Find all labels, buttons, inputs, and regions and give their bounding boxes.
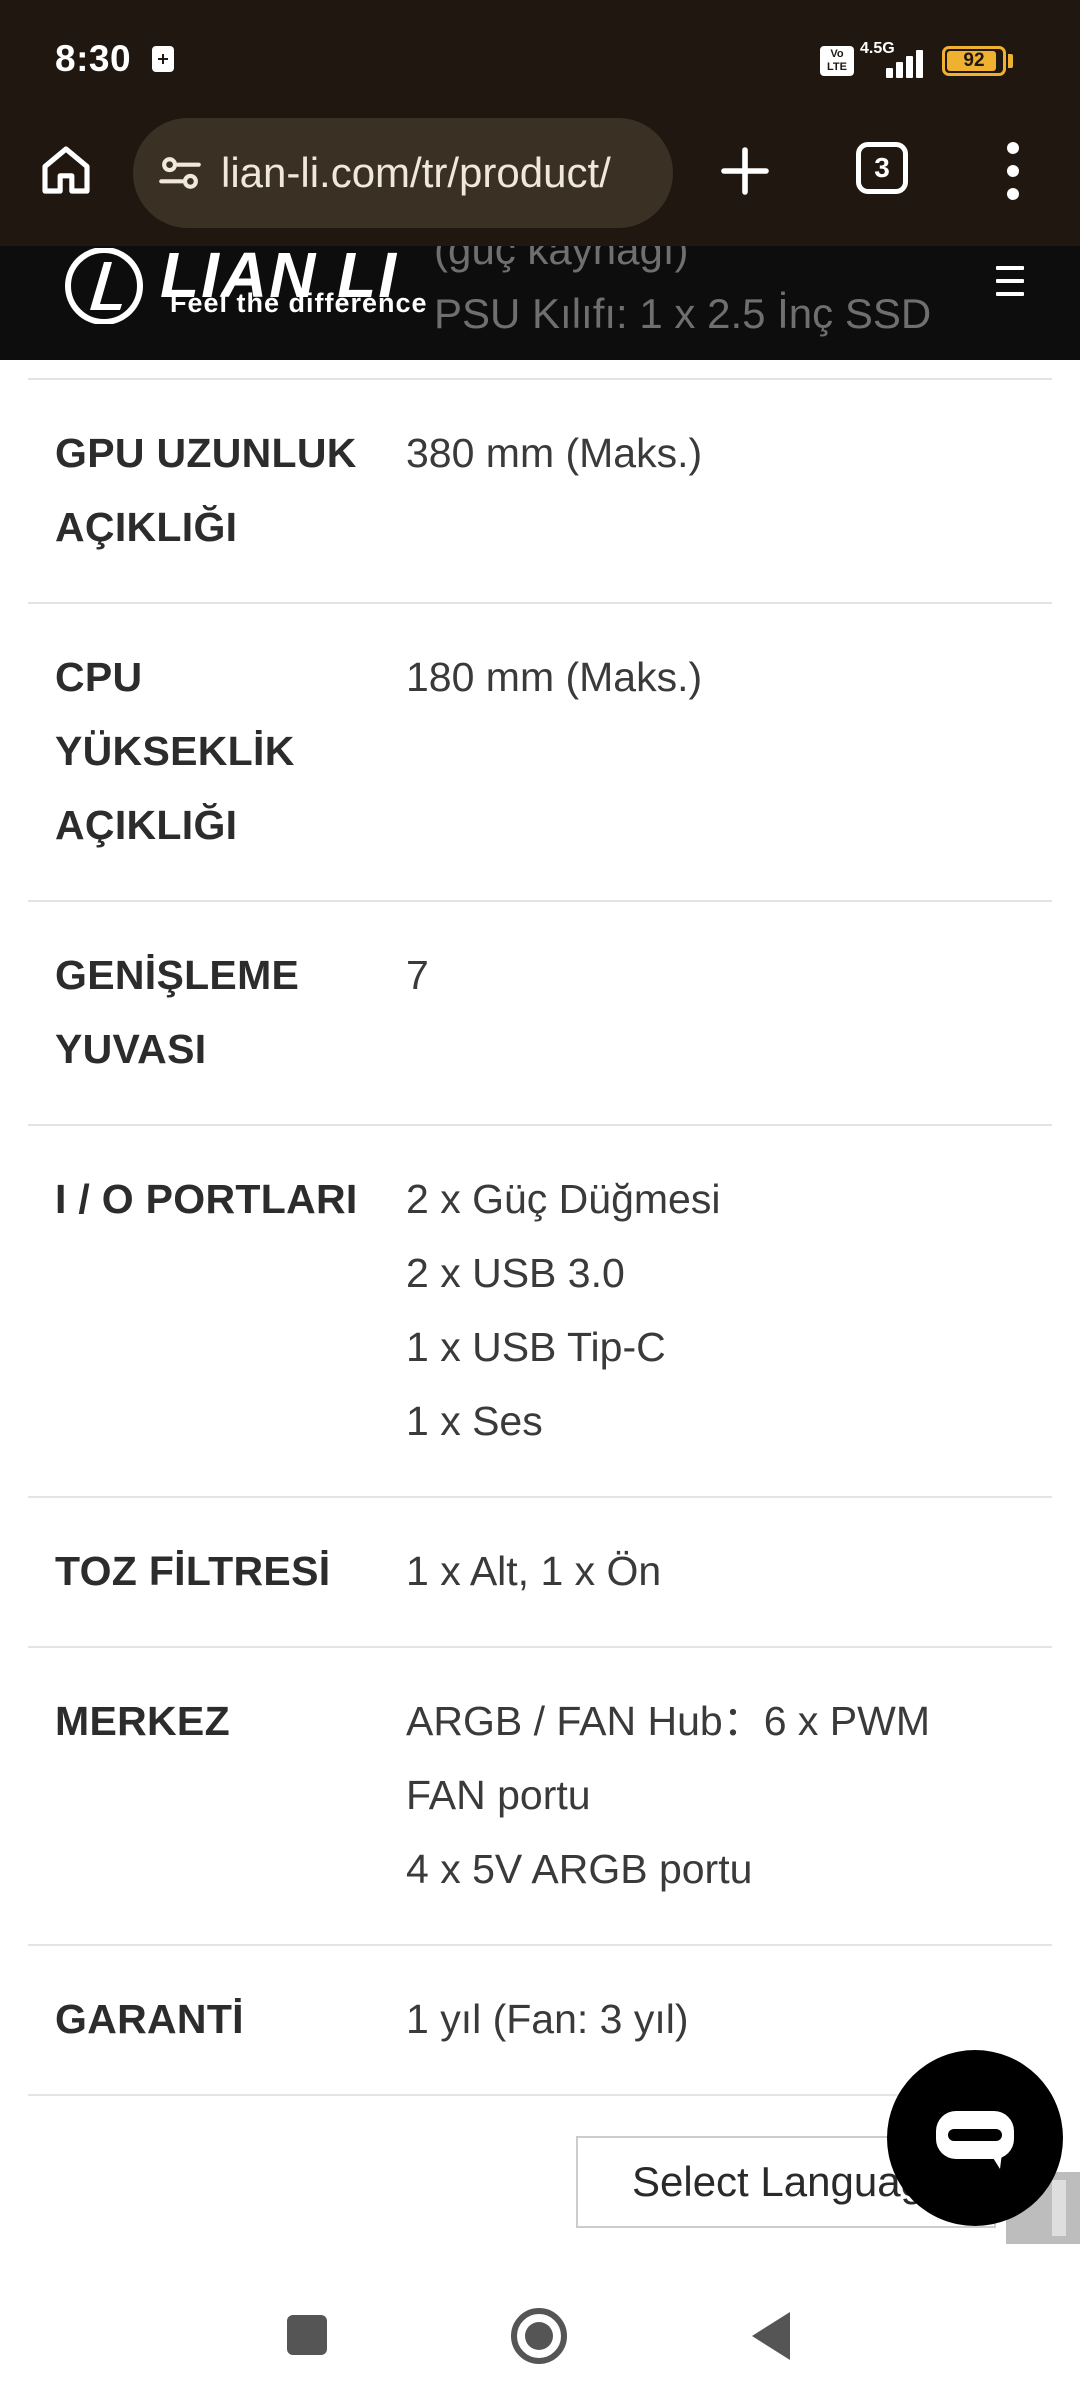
status-time: 8:30	[55, 38, 132, 79]
spec-values: 380 mm (Maks.)	[406, 416, 1052, 564]
spec-row: MERKEZ ARGB / FAN Hub：6 x PWM FAN portu 4 x…	[28, 1646, 1052, 1944]
browser-chrome: 8:30 Vo LTE 4.5G 92 lian-li.com/tr/produ…	[0, 0, 1080, 246]
overlapped-spec-text: PSU Kılıfı: 1 x 2.5 İnç SSD	[434, 290, 932, 337]
plus-icon	[721, 147, 769, 195]
spec-label: GPU UZUNLUK AÇIKLIĞI	[55, 430, 357, 550]
spec-value: 1 x USB Tip-C	[406, 1324, 666, 1370]
signal-icon	[870, 44, 930, 78]
spec-value: ARGB / FAN Hub：6 x PWM	[406, 1698, 930, 1744]
spec-value: 380 mm (Maks.)	[406, 430, 703, 476]
lian-li-logo-icon	[65, 248, 143, 324]
battery-icon: 92	[942, 46, 1006, 76]
system-home-button[interactable]	[511, 2308, 567, 2364]
spec-label: MERKEZ	[55, 1698, 230, 1744]
status-bar: 8:30 Vo LTE 4.5G 92	[0, 0, 1080, 120]
spec-values: 1 yıl (Fan: 3 yıl)	[406, 1982, 1052, 2056]
spec-label: GENİŞLEME YUVASI	[55, 952, 300, 1072]
recents-button[interactable]	[287, 2315, 327, 2355]
spec-value: 1 x Alt, 1 x Ön	[406, 1548, 662, 1594]
home-icon	[42, 146, 90, 194]
more-vert-icon[interactable]	[988, 136, 1038, 206]
spec-table: GPU UZUNLUK AÇIKLIĞI 380 mm (Maks.) CPU YÜ…	[28, 378, 1052, 2096]
sim-icon	[152, 46, 174, 72]
brand-tagline: Feel the difference	[170, 288, 428, 318]
url-text[interactable]: lian-li.com/tr/product/	[221, 148, 661, 198]
spec-value: 1 x Ses	[406, 1398, 543, 1444]
spec-values: 2 x Güç Düğmesi 2 x USB 3.0 1 x USB Tip-C 1…	[406, 1162, 1052, 1458]
spec-row: GENİŞLEME YUVASI 7	[28, 900, 1052, 1124]
spec-value: 180 mm (Maks.)	[406, 654, 703, 700]
site-logo[interactable]: LIAN LI Feel the difference	[60, 246, 480, 324]
spec-row: CPU YÜKSEKLİK AÇIKLIĞI 180 mm (Maks.)	[28, 602, 1052, 900]
spec-value: 4 x 5V ARGB portu	[406, 1846, 753, 1892]
battery-level: 92	[963, 50, 985, 71]
spec-row: I / O PORTLARI 2 x Güç Düğmesi 2 x USB 3.0…	[28, 1124, 1052, 1496]
spec-row: GARANTİ 1 yıl (Fan: 3 yıl)	[28, 1944, 1052, 2096]
tab-switcher-button[interactable]: 3	[856, 142, 908, 194]
site-header: (güç kaynağı) PSU Kılıfı: 1 x 2.5 İnç SS…	[0, 246, 1080, 360]
browser-toolbar: lian-li.com/tr/product/ 3	[0, 112, 1080, 246]
battery-tip	[1008, 54, 1013, 68]
spec-row: GPU UZUNLUK AÇIKLIĞI 380 mm (Maks.)	[28, 378, 1052, 602]
hamburger-icon[interactable]	[996, 266, 1024, 296]
chat-icon	[936, 2111, 1014, 2169]
spec-label: CPU YÜKSEKLİK AÇIKLIĞI	[55, 654, 295, 848]
chat-widget-button[interactable]	[887, 2050, 1063, 2226]
spec-value: FAN portu	[406, 1772, 591, 1818]
spec-value: 7	[406, 952, 429, 998]
spec-label: I / O PORTLARI	[55, 1176, 358, 1222]
spec-values: 180 mm (Maks.)	[406, 640, 1052, 862]
spec-value: 2 x Güç Düğmesi	[406, 1176, 721, 1222]
system-nav-bar	[0, 2268, 1080, 2400]
address-bar[interactable]: lian-li.com/tr/product/	[133, 118, 673, 228]
spec-values: 7	[406, 938, 1052, 1086]
home-button[interactable]	[32, 136, 100, 204]
spec-value: 2 x USB 3.0	[406, 1250, 625, 1296]
spec-values: ARGB / FAN Hub：6 x PWM FAN portu 4 x 5V AR…	[406, 1684, 1052, 1906]
spec-value: 1 yıl (Fan: 3 yıl)	[406, 1996, 689, 2042]
new-tab-button[interactable]	[710, 136, 780, 206]
volte-badge: Vo LTE	[820, 46, 854, 76]
tune-icon[interactable]	[155, 148, 205, 198]
spec-label: TOZ FİLTRESİ	[55, 1548, 331, 1594]
back-button[interactable]	[752, 2312, 790, 2360]
spec-label: GARANTİ	[55, 1996, 244, 2042]
spec-values: 1 x Alt, 1 x Ön	[406, 1534, 1052, 1608]
spec-row: TOZ FİLTRESİ 1 x Alt, 1 x Ön	[28, 1496, 1052, 1646]
